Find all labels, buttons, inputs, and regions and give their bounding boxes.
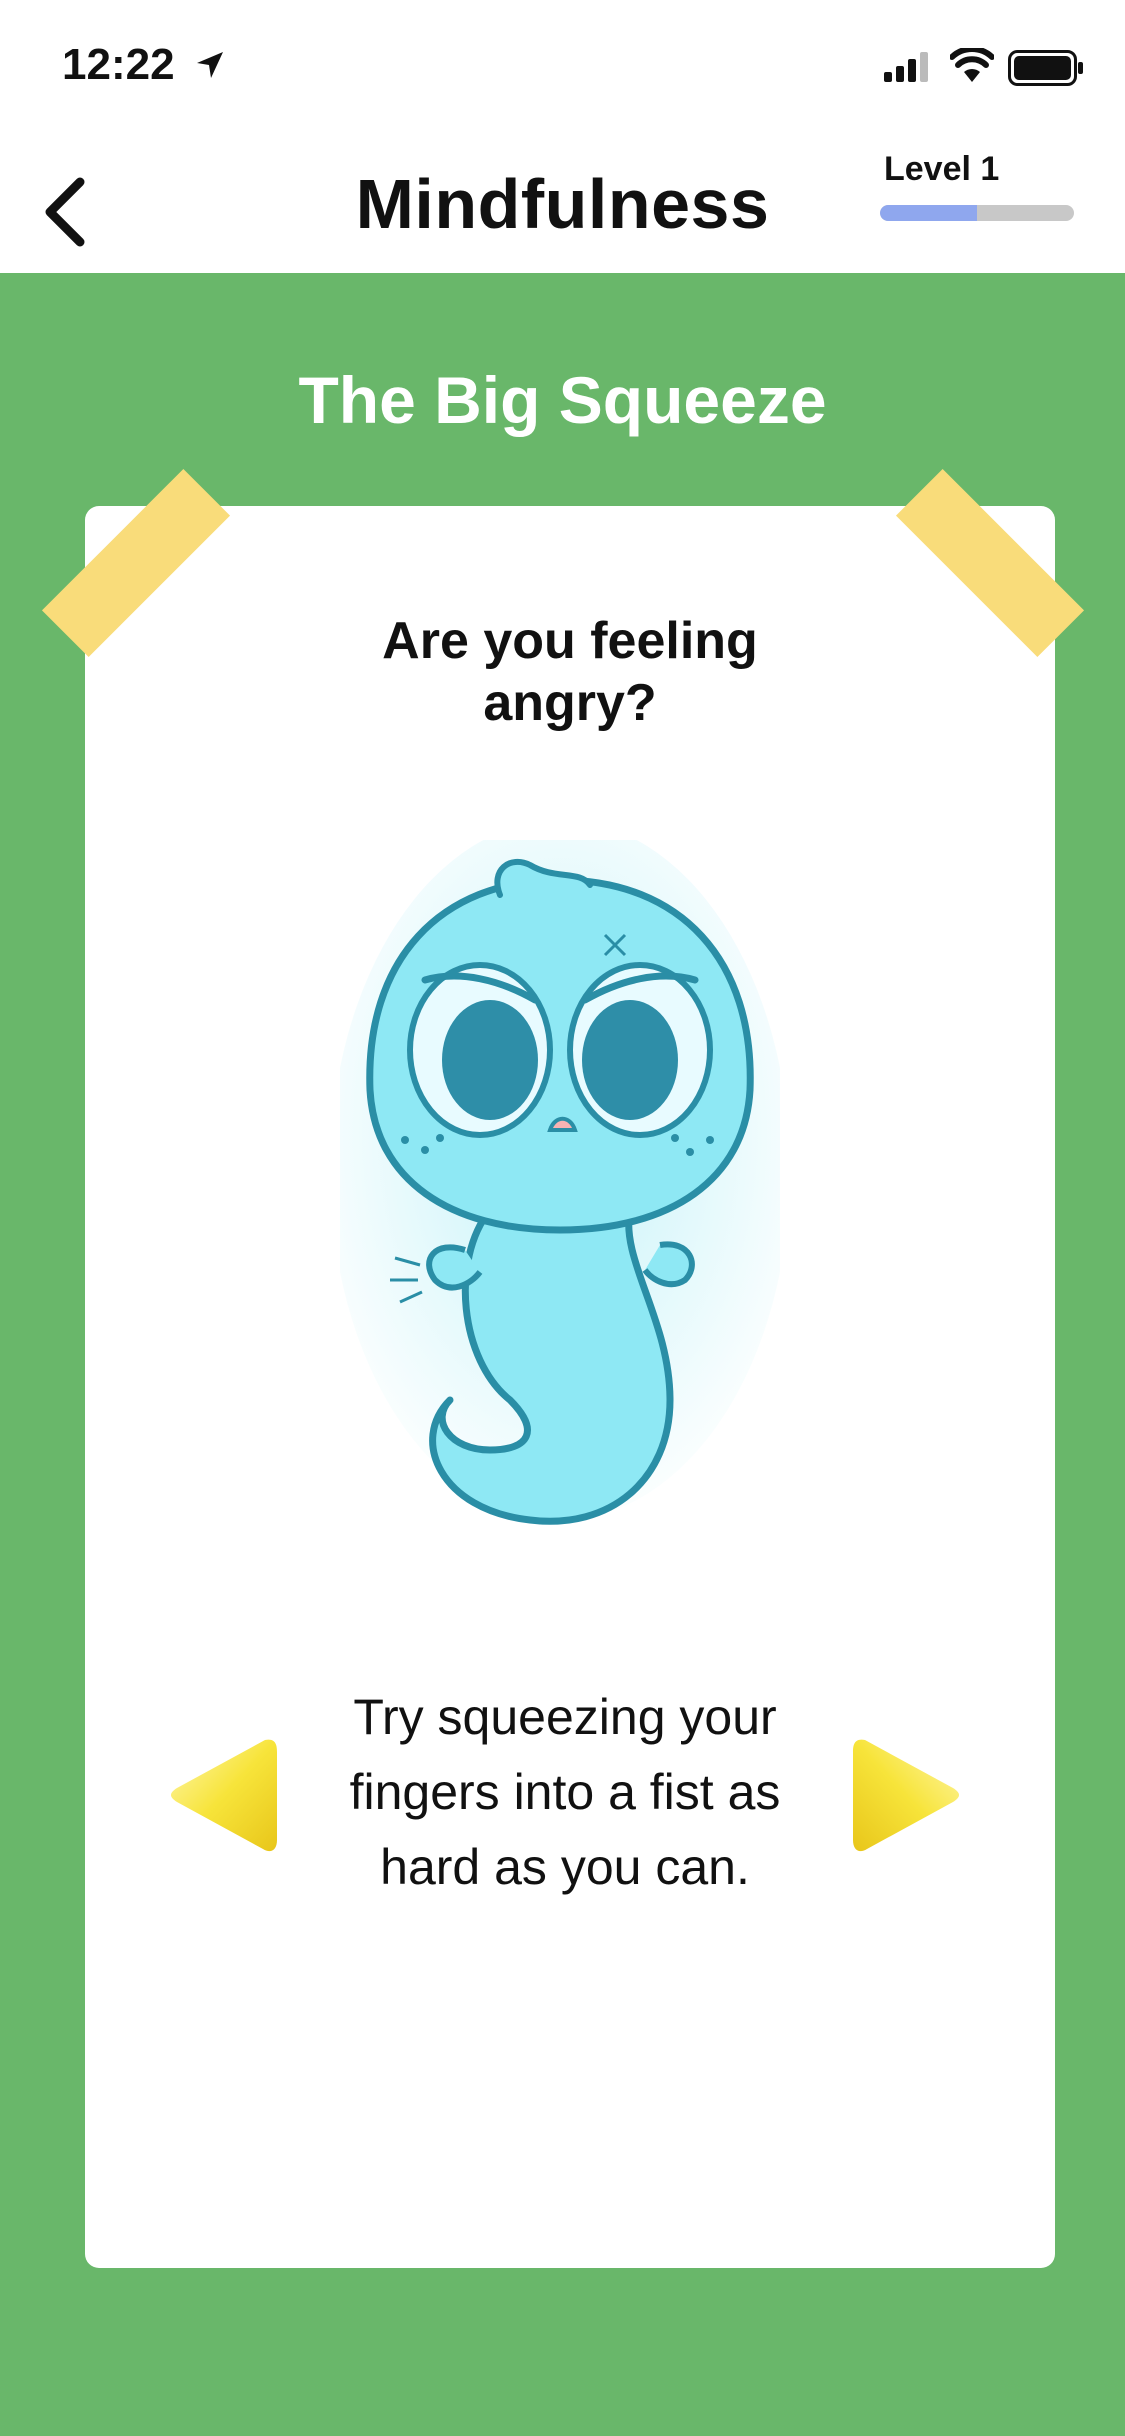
level-label: Level 1 <box>884 150 1000 188</box>
level-progress-bar <box>880 205 1074 221</box>
question-line: angry? <box>483 674 657 732</box>
status-time: 12:22 <box>62 40 175 89</box>
location-arrow-icon <box>197 52 223 78</box>
instruction-line: Try squeezing your <box>353 1689 777 1745</box>
status-bar: 12:22 <box>0 0 1125 130</box>
previous-button[interactable] <box>165 1730 285 1860</box>
activity-title: The Big Squeeze <box>298 363 827 437</box>
instruction-line: fingers into a fist as <box>349 1764 781 1820</box>
instruction-text: Try squeezing your fingers into a fist a… <box>300 1680 830 1905</box>
signal-icon <box>884 52 928 82</box>
instruction-line: hard as you can. <box>380 1839 750 1895</box>
question-line: Are you feeling <box>382 612 758 670</box>
yellow-left-triangle-icon <box>171 1739 277 1852</box>
level-progress-fill <box>880 205 977 221</box>
yellow-right-triangle-icon <box>853 1739 959 1852</box>
nav-bar: Mindfulness Level 1 <box>0 130 1125 273</box>
battery-icon <box>1008 50 1083 86</box>
next-button[interactable] <box>845 1730 965 1860</box>
question-text: Are you feeling angry? <box>85 610 1055 734</box>
wifi-icon <box>950 48 994 82</box>
angry-ghost-illustration <box>340 840 780 1525</box>
